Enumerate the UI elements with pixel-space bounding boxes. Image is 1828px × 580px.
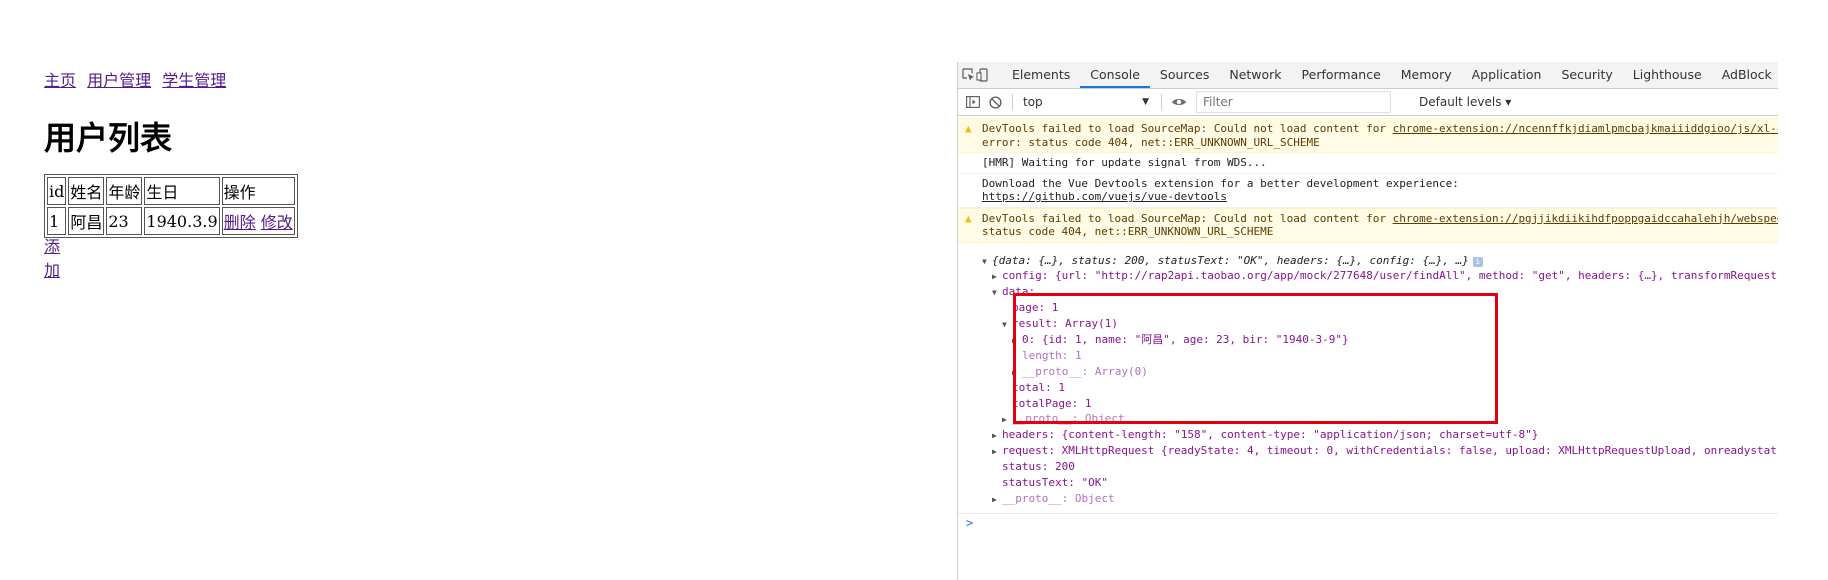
tab-sources[interactable]: Sources [1150,62,1219,88]
tab-performance[interactable]: Performance [1292,62,1391,88]
filter-input[interactable] [1196,91,1391,113]
sidebar-toggle-icon[interactable] [962,91,984,113]
tab-network[interactable]: Network [1219,62,1291,88]
toolbar-divider [1012,94,1013,110]
console-warning: ▲ DevTools failed to load SourceMap: Cou… [958,118,1778,153]
expand-triangle-icon[interactable]: ▼ [992,285,1002,301]
cell-id: 1 [47,207,67,235]
devtools-tabbar: Elements Console Sources Network Perform… [958,62,1778,89]
expand-triangle-icon[interactable]: ▼ [982,254,992,270]
warning-text: DevTools failed to load SourceMap: Could… [982,211,1393,225]
user-table: id 姓名 年龄 生日 操作 1 阿昌 23 1940.3.9 删除 修改 [44,174,298,238]
tab-console[interactable]: Console [1080,62,1150,88]
sourcemap-link[interactable]: chrome-extension://pgjjikdiikihdfpoppgai… [1393,212,1778,225]
edit-link[interactable]: 修改 [261,213,293,232]
column-header-age: 年龄 [106,177,143,205]
nav-link-user-management[interactable]: 用户管理 [87,71,151,90]
tab-elements[interactable]: Elements [1002,62,1080,88]
warning-text: DevTools failed to load SourceMap: Could… [982,122,1393,135]
property-headers: headers: {content-length: "158", content… [1002,428,1539,442]
warning-text: error: status code 404, net::ERR_UNKNOWN… [982,135,1320,149]
add-link[interactable]: 添加 [44,233,60,281]
context-select[interactable]: top ▼ [1019,92,1155,112]
warning-icon: ▲ [965,211,972,225]
table-header-row: id 姓名 年龄 生日 操作 [47,177,295,205]
nav-link-home[interactable]: 主页 [44,71,76,90]
eye-icon[interactable] [1168,91,1190,113]
tab-adblock[interactable]: AdBlock [1712,62,1778,88]
vue-devtools-link[interactable]: https://github.com/vuejs/vue-devtools [982,190,1227,203]
property-statustext: statusText: "OK" [1002,475,1108,489]
red-highlight-box [1013,293,1498,424]
tab-application[interactable]: Application [1462,62,1552,88]
property-config: config: {url: "http://rap2api.taobao.org… [1002,269,1777,283]
console-log: [HMR] Waiting for update signal from WDS… [958,153,1778,174]
object-summary-text: {data: {…}, status: 200, statusText: "OK… [992,253,1469,267]
column-header-actions: 操作 [221,177,295,205]
object-summary[interactable]: ▼ {data: {…}, status: 200, statusText: "O… [982,253,1778,269]
nav-link-student-management[interactable]: 学生管理 [162,71,226,90]
tab-lighthouse[interactable]: Lighthouse [1623,62,1712,88]
delete-link[interactable]: 删除 [224,213,256,232]
device-toolbar-icon[interactable] [976,64,990,86]
inspect-element-icon[interactable] [962,64,976,86]
expand-triangle-icon[interactable]: ▼ [1002,317,1012,333]
cell-birthday: 1940.3.9 [144,207,220,235]
collapse-triangle-icon[interactable]: ▶ [992,428,1002,444]
object-property[interactable]: ▶ __proto__: Object [982,491,1778,507]
warning-icon: ▲ [965,122,972,135]
top-nav: 主页 用户管理 学生管理 [44,67,232,91]
column-header-name: 姓名 [68,177,105,205]
cell-age: 23 [106,207,143,235]
console-log: Download the Vue Devtools extension for … [958,174,1778,208]
tab-memory[interactable]: Memory [1391,62,1462,88]
page-title: 用户列表 [44,119,173,157]
cell-actions: 删除 修改 [221,207,295,235]
console-warning: ▲ DevTools failed to load SourceMap: Cou… [958,207,1778,243]
log-text: Download the Vue Devtools extension for … [982,176,1459,190]
clear-console-icon[interactable] [984,91,1006,113]
object-property: status: 200 [982,459,1778,475]
collapse-triangle-icon[interactable]: ▶ [992,444,1002,460]
warning-text: status code 404, net::ERR_UNKNOWN_URL_SC… [982,225,1274,238]
column-header-birthday: 生日 [144,177,220,205]
context-value: top [1023,95,1043,109]
property-proto: __proto__: Object [1002,491,1115,505]
object-property[interactable]: ▶ headers: {content-length: "158", conten… [982,427,1778,443]
table-row: 1 阿昌 23 1940.3.9 删除 修改 [47,207,295,235]
tab-security[interactable]: Security [1551,62,1622,88]
collapse-triangle-icon[interactable]: ▶ [992,492,1002,508]
collapse-triangle-icon[interactable]: ▶ [992,269,1002,285]
log-levels-dropdown[interactable]: Default levels ▾ [1419,95,1511,109]
collapse-triangle-icon[interactable]: ▶ [1002,412,1012,428]
property-status: status: 200 [1002,460,1075,474]
cell-name: 阿昌 [68,207,105,235]
object-property: statusText: "OK" [982,475,1778,491]
object-property[interactable]: ▶ config: {url: "http://rap2api.taobao.or… [982,268,1778,284]
info-icon: i [1472,256,1483,267]
column-header-id: id [47,177,67,205]
object-property[interactable]: ▶ request: XMLHttpRequest {readyState: 4,… [982,443,1778,459]
property-request: request: XMLHttpRequest {readyState: 4, … [1002,444,1777,458]
dropdown-arrow-icon: ▼ [1142,97,1149,107]
console-prompt[interactable]: > [958,512,1778,530]
sourcemap-link[interactable]: chrome-extension://ncennffkjdiamlpmcbajk… [1393,122,1778,135]
console-toolbar: top ▼ Default levels ▾ [958,89,1778,116]
toolbar-divider [1161,94,1162,110]
